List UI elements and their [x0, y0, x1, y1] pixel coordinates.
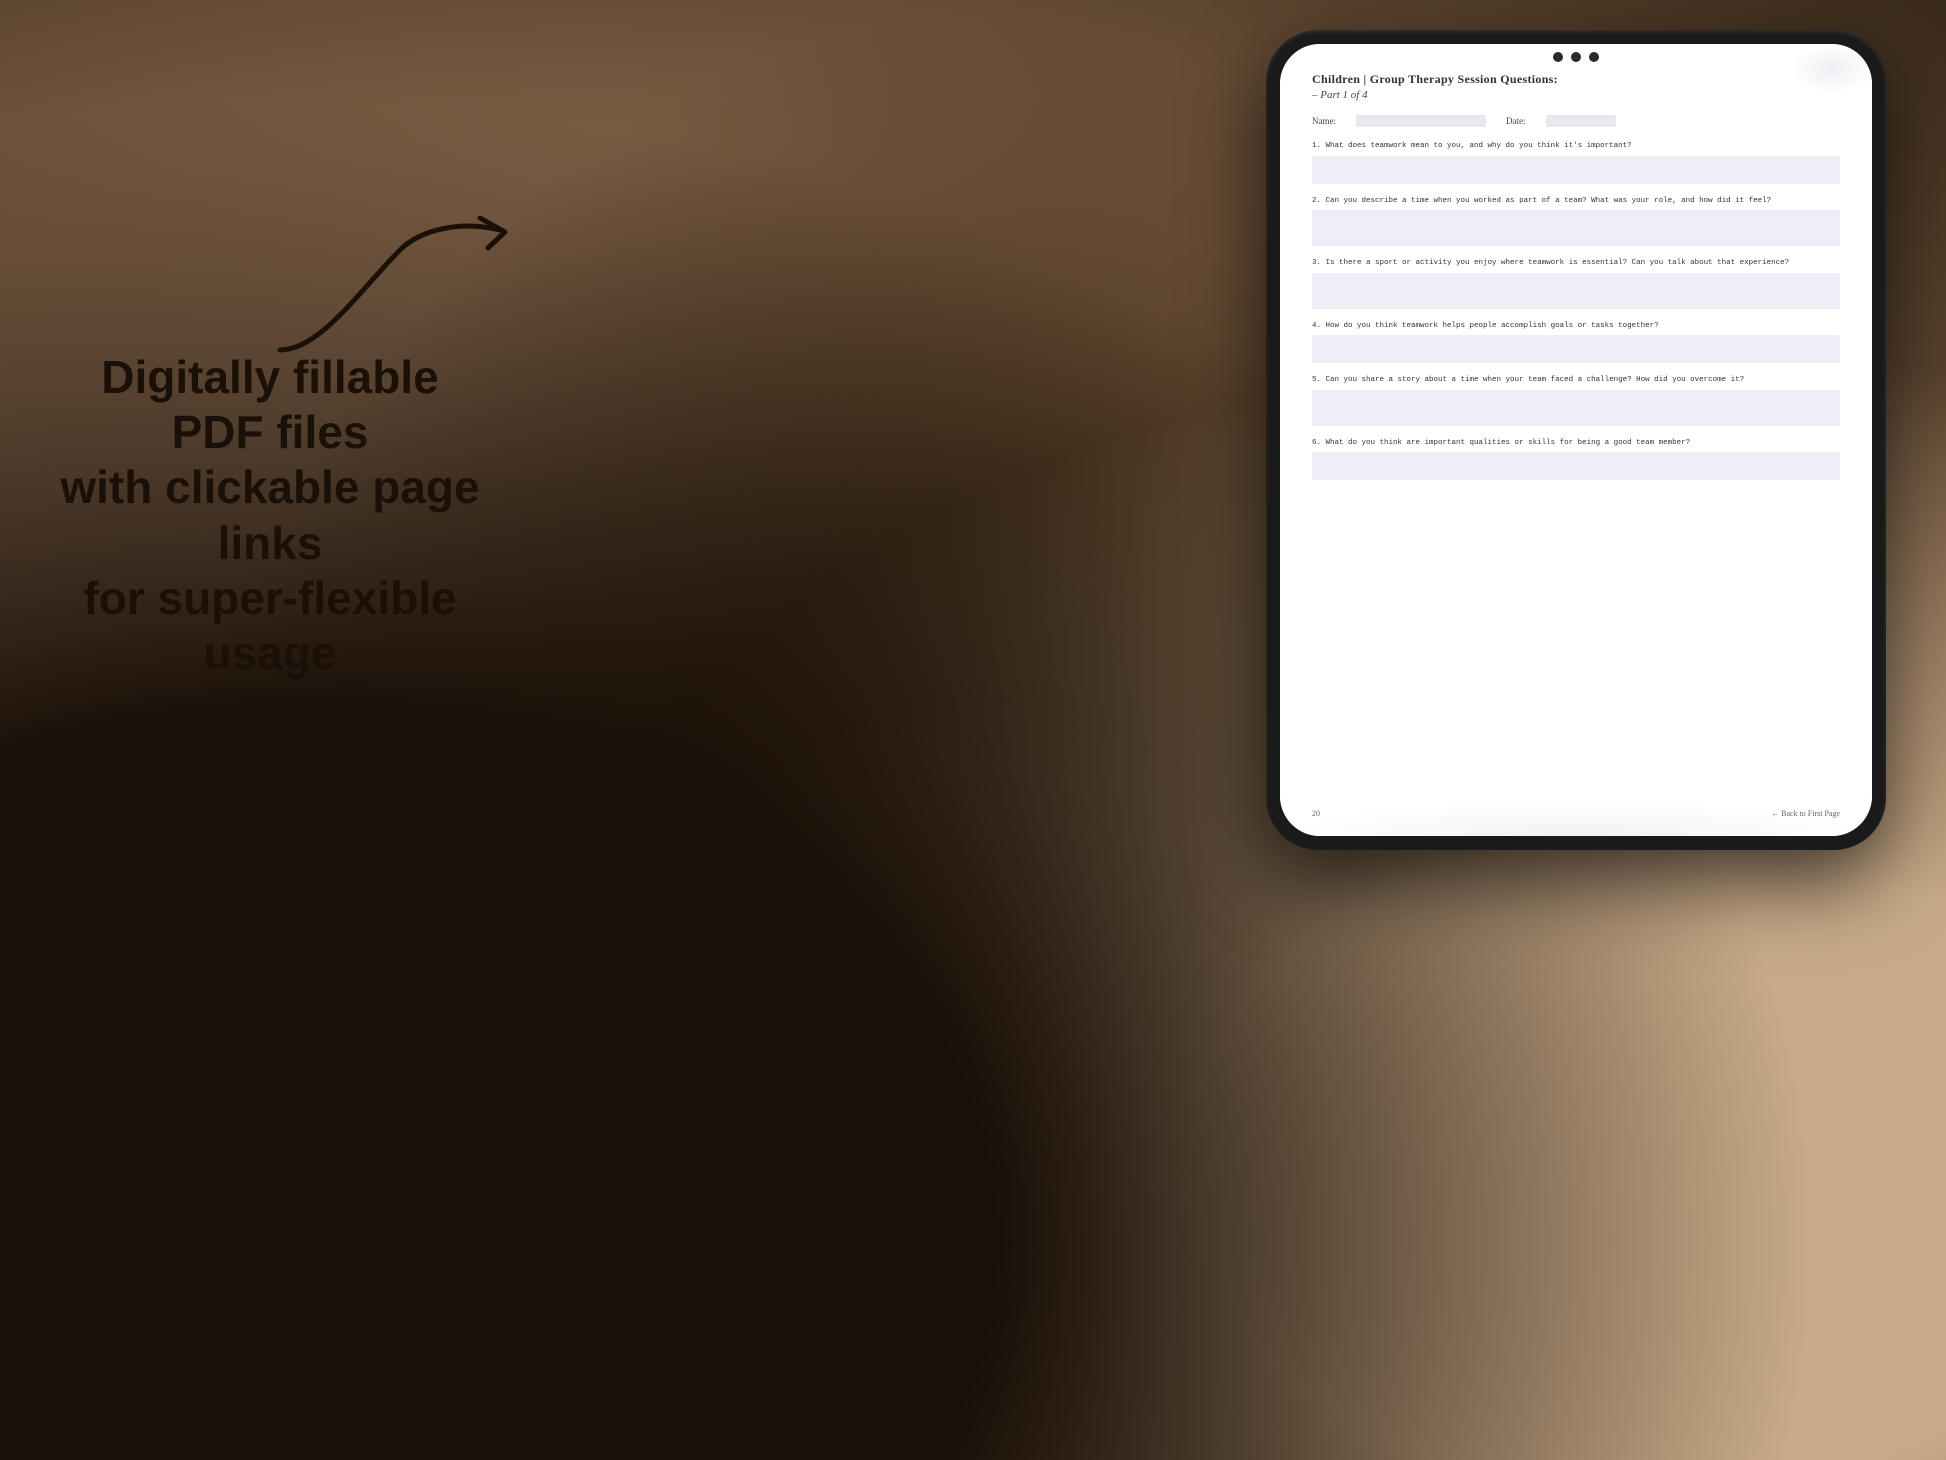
question-4: 4. How do you think teamwork helps peopl…	[1312, 321, 1840, 364]
question-3: 3. Is there a sport or activity you enjo…	[1312, 258, 1840, 309]
tagline: Digitally fillable PDF files with clicka…	[60, 350, 480, 681]
date-input-field[interactable]	[1546, 115, 1616, 127]
date-label: Date:	[1506, 116, 1526, 126]
tablet-outer-frame: Children | Group Therapy Session Questio…	[1266, 30, 1886, 850]
question-2: 2. Can you describe a time when you work…	[1312, 196, 1840, 247]
pdf-footer: 20 ← Back to First Page	[1312, 809, 1840, 818]
tablet-screen: Children | Group Therapy Session Questio…	[1280, 44, 1872, 836]
arrow-icon	[260, 210, 540, 370]
back-to-first-page-link[interactable]: ← Back to First Page	[1771, 809, 1840, 818]
question-5-text: 5. Can you share a story about a time wh…	[1312, 375, 1840, 386]
name-input-field[interactable]	[1356, 115, 1486, 127]
question-4-text: 4. How do you think teamwork helps peopl…	[1312, 321, 1840, 332]
question-1: 1. What does teamwork mean to you, and w…	[1312, 141, 1840, 184]
tablet: Children | Group Therapy Session Questio…	[1266, 30, 1886, 850]
tablet-camera-dot-3	[1589, 52, 1599, 62]
pdf-page-number: 20	[1312, 809, 1320, 818]
answer-area-3[interactable]	[1312, 273, 1840, 309]
answer-area-5[interactable]	[1312, 390, 1840, 426]
answer-area-1[interactable]	[1312, 156, 1840, 184]
answer-area-2[interactable]	[1312, 210, 1840, 246]
pdf-title: Children | Group Therapy Session Questio…	[1312, 72, 1840, 87]
question-3-text: 3. Is there a sport or activity you enjo…	[1312, 258, 1840, 269]
question-6-text: 6. What do you think are important quali…	[1312, 438, 1840, 449]
question-5: 5. Can you share a story about a time wh…	[1312, 375, 1840, 426]
tablet-camera-bar	[1553, 52, 1599, 62]
question-1-text: 1. What does teamwork mean to you, and w…	[1312, 141, 1840, 152]
answer-area-4[interactable]	[1312, 335, 1840, 363]
left-content: Digitally fillable PDF files with clicka…	[60, 180, 480, 681]
pdf-corner-decoration	[1792, 44, 1872, 94]
name-label: Name:	[1312, 116, 1336, 126]
pdf-footer-decoration	[1280, 801, 1872, 836]
pdf-name-date-row: Name: Date:	[1312, 115, 1840, 127]
tablet-camera-dot	[1553, 52, 1563, 62]
pdf-subtitle: – Part 1 of 4	[1312, 89, 1840, 101]
pdf-page: Children | Group Therapy Session Questio…	[1280, 44, 1872, 836]
question-2-text: 2. Can you describe a time when you work…	[1312, 196, 1840, 207]
answer-area-6[interactable]	[1312, 452, 1840, 480]
tablet-camera-dot-2	[1571, 52, 1581, 62]
question-6: 6. What do you think are important quali…	[1312, 438, 1840, 481]
